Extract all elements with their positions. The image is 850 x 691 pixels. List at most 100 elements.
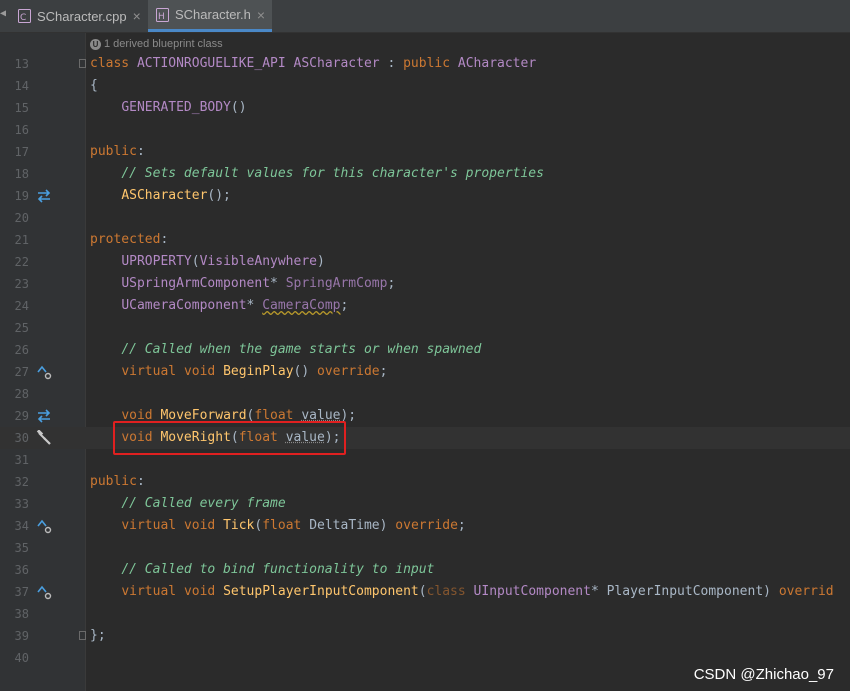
line-number: 22 xyxy=(14,255,29,269)
line-number: 17 xyxy=(14,145,29,159)
tab-overflow-arrow-icon[interactable]: ◀ xyxy=(0,8,9,24)
code-token: ; xyxy=(387,276,396,291)
overrides-method-icon[interactable] xyxy=(36,518,52,534)
fold-marker-icon[interactable] xyxy=(79,59,86,68)
line-number: 30 xyxy=(14,431,29,445)
csdn-watermark: CSDN @Zhichao_97 xyxy=(693,666,834,683)
swap-declaration-definition-icon[interactable] xyxy=(36,408,52,424)
code-token: VisibleAnywhere xyxy=(199,254,317,269)
code-comment: // Called to bind functionality to input xyxy=(121,562,435,577)
code-token: USpringArmComponent xyxy=(121,276,271,291)
line-number: 35 xyxy=(14,541,29,555)
code-line[interactable]: 34 virtual void Tick(float DeltaTime) ov… xyxy=(0,515,850,537)
code-token: Tick xyxy=(223,518,255,533)
code-editor[interactable]: U 1 derived blueprint class 13 class ACT… xyxy=(0,33,850,691)
tab-scharacter-cpp[interactable]: C SCharacter.cpp × xyxy=(12,0,146,32)
code-line[interactable]: 27 virtual void BeginPlay() override; xyxy=(0,361,850,383)
overrides-method-icon[interactable] xyxy=(36,364,52,380)
blueprint-hint-text: 1 derived blueprint class xyxy=(104,38,223,50)
close-tab-icon[interactable]: × xyxy=(257,7,265,23)
code-token: virtual xyxy=(121,518,177,533)
code-line[interactable]: 33 // Called every frame xyxy=(0,493,850,515)
svg-text:H: H xyxy=(158,12,165,22)
code-line[interactable]: 26 // Called when the game starts or whe… xyxy=(0,339,850,361)
code-line[interactable]: 24 UCameraComponent* CameraComp; xyxy=(0,295,850,317)
line-number: 33 xyxy=(14,497,29,511)
code-token: * xyxy=(246,298,255,313)
line-number: 15 xyxy=(14,101,29,115)
code-line[interactable]: 32 public: xyxy=(0,471,850,493)
code-token: * xyxy=(590,584,599,599)
line-number: 21 xyxy=(14,233,29,247)
tab-label: SCharacter.h xyxy=(175,7,251,22)
code-token: ) xyxy=(317,254,325,269)
code-token: class xyxy=(426,584,466,599)
code-token: }; xyxy=(90,628,106,643)
code-line[interactable]: 18 // Sets default values for this chara… xyxy=(0,163,850,185)
unreal-badge-icon: U xyxy=(90,38,101,50)
code-token: void xyxy=(183,518,216,533)
code-token: class xyxy=(90,56,130,71)
code-line[interactable]: 23 USpringArmComponent* SpringArmComp; xyxy=(0,273,850,295)
code-token: ) xyxy=(763,584,771,599)
close-tab-icon[interactable]: × xyxy=(133,8,141,24)
code-token: virtual xyxy=(121,364,177,379)
header-file-icon: H xyxy=(156,7,169,22)
overrides-method-icon[interactable] xyxy=(36,584,52,600)
code-line[interactable]: 19 ASCharacter(); xyxy=(0,185,850,207)
code-token: virtual xyxy=(121,584,177,599)
line-number: 36 xyxy=(14,563,29,577)
hammer-icon[interactable] xyxy=(36,429,52,446)
code-line[interactable]: 38 xyxy=(0,603,850,625)
code-line[interactable]: 36 // Called to bind functionality to in… xyxy=(0,559,850,581)
code-token: UInputComponent xyxy=(473,584,591,599)
code-line[interactable]: 20 xyxy=(0,207,850,229)
line-number: 14 xyxy=(14,79,29,93)
swap-declaration-definition-icon[interactable] xyxy=(36,188,52,204)
code-line[interactable]: 25 xyxy=(0,317,850,339)
line-number: 32 xyxy=(14,475,29,489)
line-number: 40 xyxy=(14,651,29,665)
code-token: protected xyxy=(90,232,161,247)
tab-scharacter-h[interactable]: H SCharacter.h × xyxy=(148,0,272,32)
code-token: overrid xyxy=(778,584,834,599)
line-number: 20 xyxy=(14,211,29,225)
code-line[interactable]: 39 }; xyxy=(0,625,850,647)
code-comment: // Called every frame xyxy=(121,496,286,511)
code-token: : xyxy=(387,56,396,71)
code-line[interactable]: 15 GENERATED_BODY() xyxy=(0,97,850,119)
code-token: { xyxy=(90,78,98,93)
code-token: ( xyxy=(418,584,427,599)
line-number: 19 xyxy=(14,189,29,203)
code-token: SetupPlayerInputComponent xyxy=(223,584,419,599)
code-token: public xyxy=(403,56,451,71)
tab-label: SCharacter.cpp xyxy=(37,8,127,24)
code-line[interactable]: 14 { xyxy=(0,75,850,97)
line-number: 31 xyxy=(14,453,29,467)
code-token: UPROPERTY xyxy=(121,254,192,269)
line-number: 23 xyxy=(14,277,29,291)
code-line[interactable]: 35 xyxy=(0,537,850,559)
line-number: 28 xyxy=(14,387,29,401)
line-number: 24 xyxy=(14,299,29,313)
fold-marker-icon[interactable] xyxy=(79,631,86,640)
svg-text:C: C xyxy=(20,13,26,23)
code-line[interactable]: 17 public: xyxy=(0,141,850,163)
code-token: () xyxy=(230,100,247,115)
line-number: 26 xyxy=(14,343,29,357)
code-token: void xyxy=(183,584,216,599)
code-line[interactable]: 28 xyxy=(0,383,850,405)
code-line[interactable]: 21 protected: xyxy=(0,229,850,251)
code-token: float xyxy=(262,518,302,533)
line-number: 13 xyxy=(14,57,29,71)
code-token: PlayerInputComponent xyxy=(606,584,764,599)
code-line[interactable]: 22 UPROPERTY(VisibleAnywhere) xyxy=(0,251,850,273)
code-line[interactable]: 13 class ACTIONROGUELIKE_API ASCharacter… xyxy=(0,53,850,75)
blueprint-hint[interactable]: U 1 derived blueprint class xyxy=(90,35,223,53)
code-line[interactable]: 37 virtual void SetupPlayerInputComponen… xyxy=(0,581,850,603)
line-number: 39 xyxy=(14,629,29,643)
code-token: : xyxy=(160,232,169,247)
code-line[interactable]: 16 xyxy=(0,119,850,141)
line-number: 27 xyxy=(14,365,29,379)
code-token: BeginPlay xyxy=(223,364,294,379)
